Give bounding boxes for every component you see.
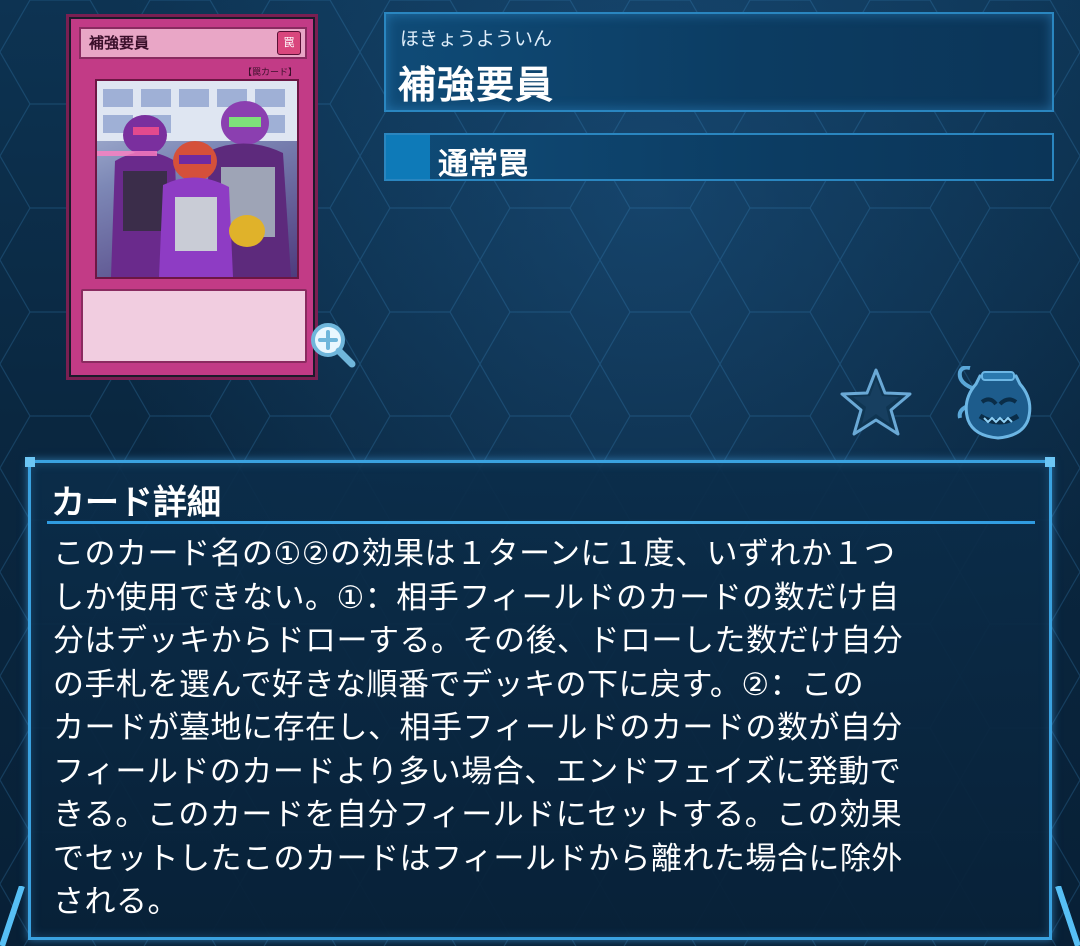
card-name: 補強要員 (398, 63, 555, 107)
card-image-type: 【罠カード】 (242, 68, 297, 78)
card-detail-panel: カード詳細 このカード名の①②の効果は１ターンに１度、いずれか１つ しか使用でき… (25, 457, 1055, 940)
star-icon[interactable] (838, 366, 914, 438)
card-image[interactable]: 補強要員 罠 【罠カード】 (66, 14, 356, 380)
card-type-swatch (386, 135, 430, 179)
card-detail-heading: カード詳細 (51, 483, 221, 523)
panel-corner (25, 457, 35, 467)
edge-glow-right (1055, 886, 1080, 946)
card-text-box (81, 289, 307, 363)
card-image-name: 補強要員 (79, 27, 307, 59)
heading-divider (47, 521, 1035, 524)
panel-corner (1045, 457, 1055, 467)
card-name-reading: ほきょうよういん (400, 28, 553, 50)
card-artwork (95, 79, 299, 279)
trap-attribute-icon: 罠 (277, 31, 301, 55)
card-effect-text: このカード名の①②の効果は１ターンに１度、いずれか１つ しか使用できない。①：相… (53, 536, 904, 920)
zoom-in-icon[interactable] (307, 319, 357, 369)
card-type-panel: 通常罠 (384, 133, 1054, 182)
edge-glow-left (0, 886, 25, 946)
pot-of-greed-icon[interactable] (954, 365, 1038, 440)
card-name-panel: ほきょうよういん 補強要員 (384, 12, 1054, 112)
card-type-label: 通常罠 (438, 147, 528, 182)
